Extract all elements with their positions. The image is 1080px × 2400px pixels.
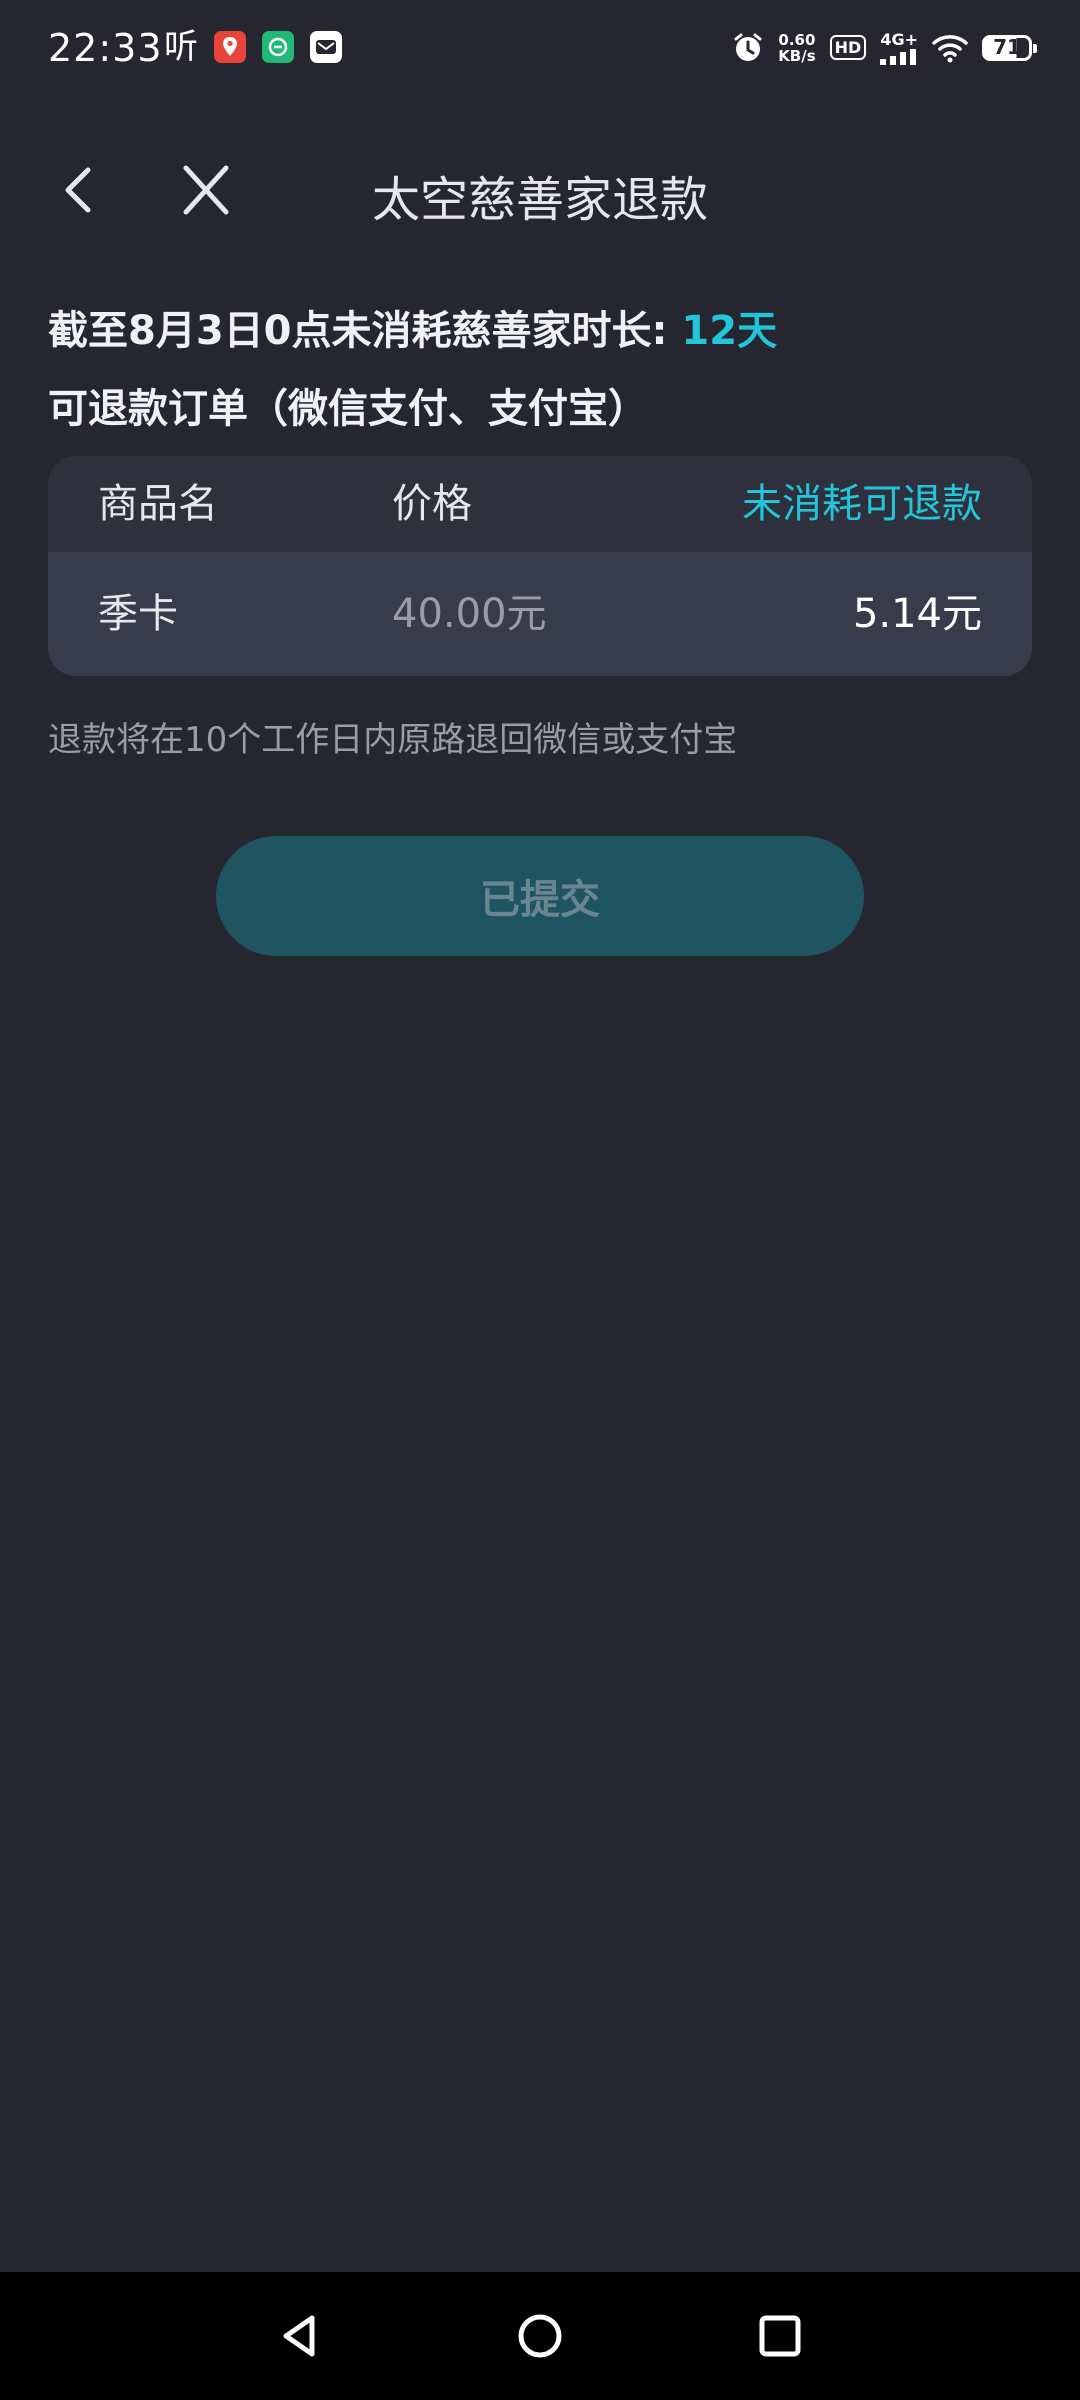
home-circle-icon[interactable] bbox=[512, 2308, 568, 2364]
recents-square-icon[interactable] bbox=[752, 2308, 808, 2364]
notification-icons: 听 bbox=[164, 30, 342, 64]
refund-table: 商品名 价格 未消耗可退款 季卡 40.00元 5.14元 bbox=[48, 456, 1032, 676]
battery-icon: 71 bbox=[982, 34, 1037, 61]
product-name: 季卡 bbox=[98, 591, 178, 637]
unused-duration-summary: 截至8月3日0点未消耗慈善家时长: 12天 bbox=[48, 298, 777, 356]
cellular-signal-icon: 4G+ bbox=[880, 30, 918, 65]
envelope-app-icon bbox=[310, 31, 342, 63]
refund-amount: 5.14元 bbox=[852, 591, 982, 637]
wifi-icon bbox=[932, 34, 968, 62]
system-navigation-bar bbox=[0, 2272, 1080, 2400]
summary-text: 截至8月3日0点未消耗慈善家时长: bbox=[48, 308, 682, 354]
green-app-icon bbox=[262, 31, 294, 63]
column-header-product: 商品名 bbox=[98, 481, 218, 527]
header: 太空慈善家退款 bbox=[0, 140, 1080, 240]
network-speed: 0.60 KB/s bbox=[778, 30, 816, 65]
alarm-icon bbox=[734, 33, 762, 61]
status-bar: 22:33 听 0.60 KB/s HD 4G+ 71 bbox=[0, 0, 1080, 104]
page-title: 太空慈善家退款 bbox=[371, 172, 708, 228]
ting-app-icon: 听 bbox=[164, 27, 198, 67]
refundable-orders-label: 可退款订单（微信支付、支付宝） bbox=[48, 386, 648, 432]
submitted-button[interactable]: 已提交 bbox=[216, 836, 864, 956]
refund-note: 退款将在10个工作日内原路退回微信或支付宝 bbox=[48, 720, 738, 760]
system-icons: 0.60 KB/s HD 4G+ 71 bbox=[732, 30, 1037, 65]
back-triangle-icon[interactable] bbox=[272, 2308, 328, 2364]
unused-days: 12天 bbox=[681, 308, 778, 354]
table-header: 商品名 价格 未消耗可退款 bbox=[48, 456, 1032, 552]
table-row: 季卡 40.00元 5.14元 bbox=[48, 552, 1032, 676]
map-pin-app-icon bbox=[214, 31, 246, 63]
status-time: 22:33 bbox=[48, 26, 163, 70]
product-price: 40.00元 bbox=[392, 591, 547, 637]
column-header-price: 价格 bbox=[392, 481, 472, 527]
hd-icon: HD bbox=[829, 35, 867, 60]
column-header-refund: 未消耗可退款 bbox=[742, 481, 982, 527]
